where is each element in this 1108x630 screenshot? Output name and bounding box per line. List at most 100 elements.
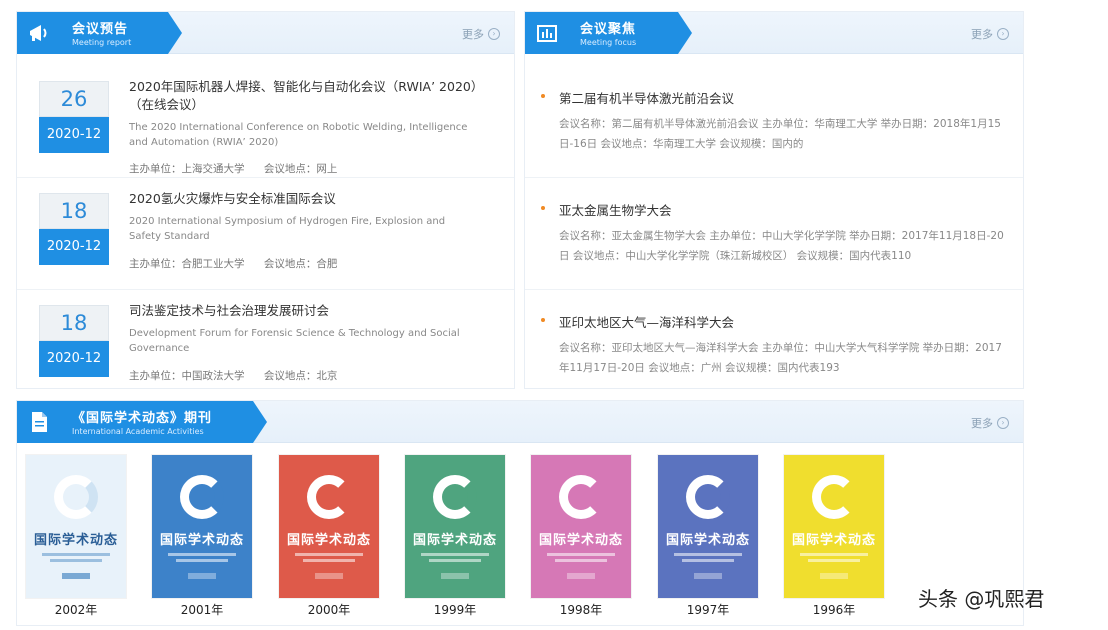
organizer: 合肥工业大学 xyxy=(181,258,245,270)
cover-decoration xyxy=(42,553,110,556)
cover-decoration xyxy=(555,559,607,562)
journal-cover[interactable]: 国际学术动态 xyxy=(279,455,379,598)
organizer-label: 主办单位： xyxy=(129,163,182,175)
meeting-news-panel: 会议聚焦 Meeting focus 更多 › 第二届有机半导体激光前沿会议 会… xyxy=(524,11,1024,389)
venue-label: 会议地点： xyxy=(263,258,317,270)
cover-decoration xyxy=(176,559,228,562)
date-year-month: 2020-12 xyxy=(39,341,109,377)
organizer-label: 主办单位： xyxy=(129,370,182,382)
news-title[interactable]: 亚太金属生物学大会 xyxy=(541,200,672,219)
journal-year[interactable]: 1998年 xyxy=(531,601,631,618)
report-title[interactable]: 2020年国际机器人焊接、智能化与自动化会议（RWIA’ 2020）（在线会议） xyxy=(129,78,490,114)
news-title[interactable]: 第二届有机半导体激光前沿会议 xyxy=(540,88,734,107)
more-link[interactable]: 更多 › xyxy=(971,26,1009,42)
news-item[interactable]: 第二届有机半导体激光前沿会议 会议名称：第二届有机半导体激光前沿会议 主办单位：… xyxy=(525,66,1023,178)
journal-cover[interactable]: 国际学术动态 xyxy=(152,455,252,598)
cover-title: 国际学术动态 xyxy=(792,533,877,548)
cover-decoration xyxy=(62,573,90,579)
megaphone-icon xyxy=(27,21,51,45)
news-description: 会议名称：第二届有机半导体激光前沿会议 主办单位：华南理工大学 举办日期：201… xyxy=(559,118,1001,150)
news-title[interactable]: 亚印太地区大气—海洋科学大会 xyxy=(540,312,734,331)
report-item[interactable]: 26 2020-12 2020年国际机器人焊接、智能化与自动化会议（RWIA’ … xyxy=(17,66,514,178)
news-item[interactable]: 亚印太地区大气—海洋科学大会 会议名称：亚印太地区大气—海洋科学大会 主办单位：… xyxy=(525,290,1023,402)
venue: 合肥 xyxy=(316,258,338,270)
panel-subtitle: Meeting focus xyxy=(580,38,637,47)
report-item[interactable]: 18 2020-12 司法鉴定技术与社会治理发展研讨会 Development … xyxy=(17,290,514,402)
cover-decoration xyxy=(820,573,848,579)
report-english-title: 2020 International Symposium of Hydrogen… xyxy=(129,216,446,242)
more-label: 更多 xyxy=(971,28,993,41)
cover-title: 国际学术动态 xyxy=(160,533,245,548)
journal-year[interactable]: 1996年 xyxy=(784,601,884,618)
more-label: 更多 xyxy=(971,417,993,430)
venue-label: 会议地点： xyxy=(263,370,317,382)
date-badge: 18 2020-12 xyxy=(39,305,109,377)
journal-cover[interactable]: 国际学术动态 xyxy=(531,455,631,598)
panel-header: 《国际学术动态》期刊 International Academic Activi… xyxy=(17,401,1023,443)
cover-decoration xyxy=(315,573,343,579)
panel-subtitle: International Academic Activities xyxy=(72,427,204,436)
cover-decoration xyxy=(429,559,481,562)
meeting-report-panel: 会议预告 Meeting report 更多 › 26 2020-12 2020… xyxy=(16,11,515,389)
journal-cover[interactable]: 国际学术动态 xyxy=(784,455,884,598)
report-item[interactable]: 18 2020-12 2020氢火灾爆炸与安全标准国际会议 2020 Inter… xyxy=(17,178,514,290)
report-meta: 主办单位：中国政法大学 会议地点：北京 xyxy=(129,368,337,383)
cover-decoration xyxy=(808,559,860,562)
journal-year[interactable]: 2002年 xyxy=(26,601,126,618)
journal-cover[interactable]: 国际学术动态 xyxy=(658,455,758,598)
cover-decoration xyxy=(303,559,355,562)
journal-year[interactable]: 1999年 xyxy=(405,601,505,618)
report-meta: 主办单位：合肥工业大学 会议地点：合肥 xyxy=(129,256,337,271)
cover-title: 国际学术动态 xyxy=(34,533,119,548)
cover-decoration xyxy=(441,573,469,579)
report-english-title: The 2020 International Conference on Rob… xyxy=(129,122,468,148)
report-english-title: Development Forum for Forensic Science &… xyxy=(129,328,460,354)
journal-year[interactable]: 1997年 xyxy=(658,601,758,618)
cover-decoration xyxy=(421,553,489,556)
panel-title: 会议聚焦 xyxy=(580,22,637,37)
date-day: 18 xyxy=(39,193,109,229)
panel-header: 会议预告 Meeting report 更多 › xyxy=(17,12,514,54)
cover-decoration xyxy=(694,573,722,579)
organizer: 上海交通大学 xyxy=(181,163,245,175)
panel-header: 会议聚焦 Meeting focus 更多 › xyxy=(525,12,1023,54)
journal-logo xyxy=(686,475,730,519)
cover-decoration xyxy=(682,559,734,562)
journal-tab[interactable]: 《国际学术动态》期刊 International Academic Activi… xyxy=(17,401,267,443)
cover-decoration xyxy=(188,573,216,579)
cover-decoration xyxy=(547,553,615,556)
journal-year[interactable]: 2000年 xyxy=(279,601,379,618)
news-description: 会议名称：亚太金属生物学大会 主办单位：中山大学化学学院 举办日期：2017年1… xyxy=(559,230,1004,262)
cover-decoration xyxy=(800,553,868,556)
chevron-right-icon: › xyxy=(488,28,500,40)
panel-subtitle: Meeting report xyxy=(72,38,132,47)
cover-title: 国际学术动态 xyxy=(413,533,498,548)
cover-decoration xyxy=(50,559,102,562)
journal-logo xyxy=(433,475,477,519)
chevron-right-icon: › xyxy=(997,417,1009,429)
journal-logo xyxy=(54,475,98,519)
cover-title: 国际学术动态 xyxy=(287,533,372,548)
more-link[interactable]: 更多 › xyxy=(971,415,1009,431)
news-item[interactable]: 亚太金属生物学大会 会议名称：亚太金属生物学大会 主办单位：中山大学化学学院 举… xyxy=(525,178,1023,290)
meeting-report-tab[interactable]: 会议预告 Meeting report xyxy=(17,12,182,54)
cover-decoration xyxy=(674,553,742,556)
journal-logo xyxy=(812,475,856,519)
report-title[interactable]: 司法鉴定技术与社会治理发展研讨会 xyxy=(129,302,490,320)
report-title[interactable]: 2020氢火灾爆炸与安全标准国际会议 xyxy=(129,190,490,208)
journal-logo xyxy=(307,475,351,519)
organizer: 中国政法大学 xyxy=(181,370,245,382)
report-meta: 主办单位：上海交通大学 会议地点：网上 xyxy=(129,161,337,176)
more-link[interactable]: 更多 › xyxy=(462,26,500,42)
date-year-month: 2020-12 xyxy=(39,229,109,265)
date-day: 18 xyxy=(39,305,109,341)
journal-year[interactable]: 2001年 xyxy=(152,601,252,618)
bar-chart-icon xyxy=(535,21,559,45)
meeting-news-tab[interactable]: 会议聚焦 Meeting focus xyxy=(525,12,692,54)
date-badge: 18 2020-12 xyxy=(39,193,109,265)
date-year-month: 2020-12 xyxy=(39,117,109,153)
journal-cover[interactable]: 国际学术动态 xyxy=(405,455,505,598)
journal-cover[interactable]: 国际学术动态 xyxy=(26,455,126,598)
cover-title: 国际学术动态 xyxy=(666,533,751,548)
journal-logo xyxy=(180,475,224,519)
